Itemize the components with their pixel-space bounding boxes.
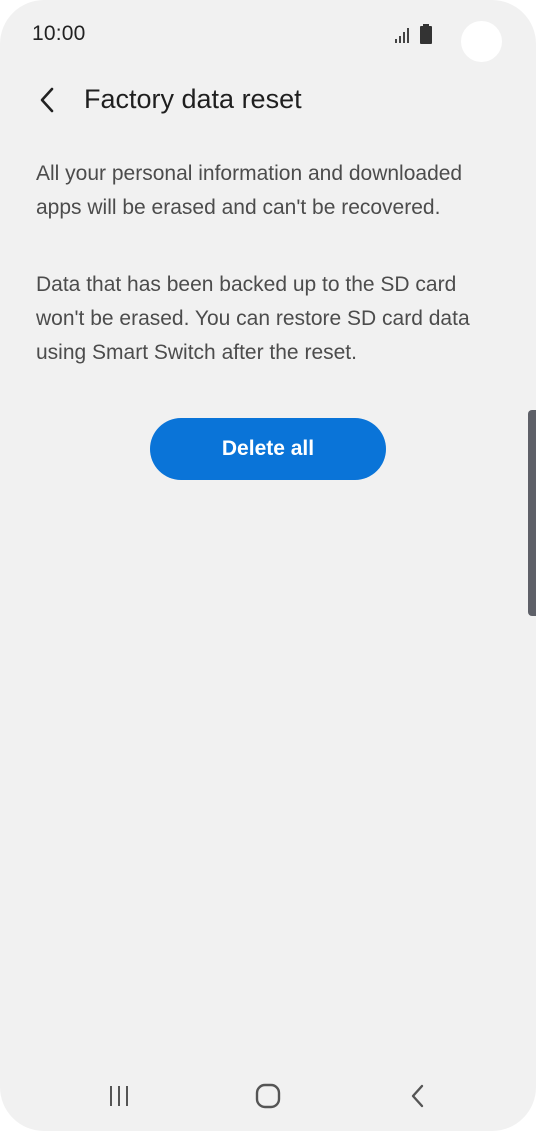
home-button[interactable] [248, 1082, 288, 1110]
app-header: Factory data reset [0, 72, 536, 132]
description-sd-card-note: Data that has been backed up to the SD c… [36, 273, 470, 364]
nav-back-button[interactable] [398, 1082, 438, 1110]
page-title: Factory data reset [84, 84, 302, 114]
edge-panel-handle[interactable] [528, 410, 536, 616]
recents-button[interactable] [99, 1082, 139, 1110]
recents-icon [110, 1086, 128, 1106]
delete-all-button[interactable]: Delete all [150, 418, 386, 480]
description-erase-warning: All your personal information and downlo… [36, 162, 463, 219]
back-icon [411, 1084, 424, 1108]
signal-icon [395, 28, 409, 43]
phone-screen: 10:00 Factory data reset All your person… [0, 0, 536, 1131]
chevron-left-icon [40, 87, 54, 113]
status-time: 10:00 [32, 22, 86, 45]
camera-cutout [461, 21, 502, 62]
back-button[interactable] [28, 80, 68, 120]
navigation-bar [0, 1064, 536, 1131]
home-icon [255, 1083, 281, 1109]
battery-icon [420, 24, 432, 44]
status-bar: 10:00 [0, 0, 536, 72]
